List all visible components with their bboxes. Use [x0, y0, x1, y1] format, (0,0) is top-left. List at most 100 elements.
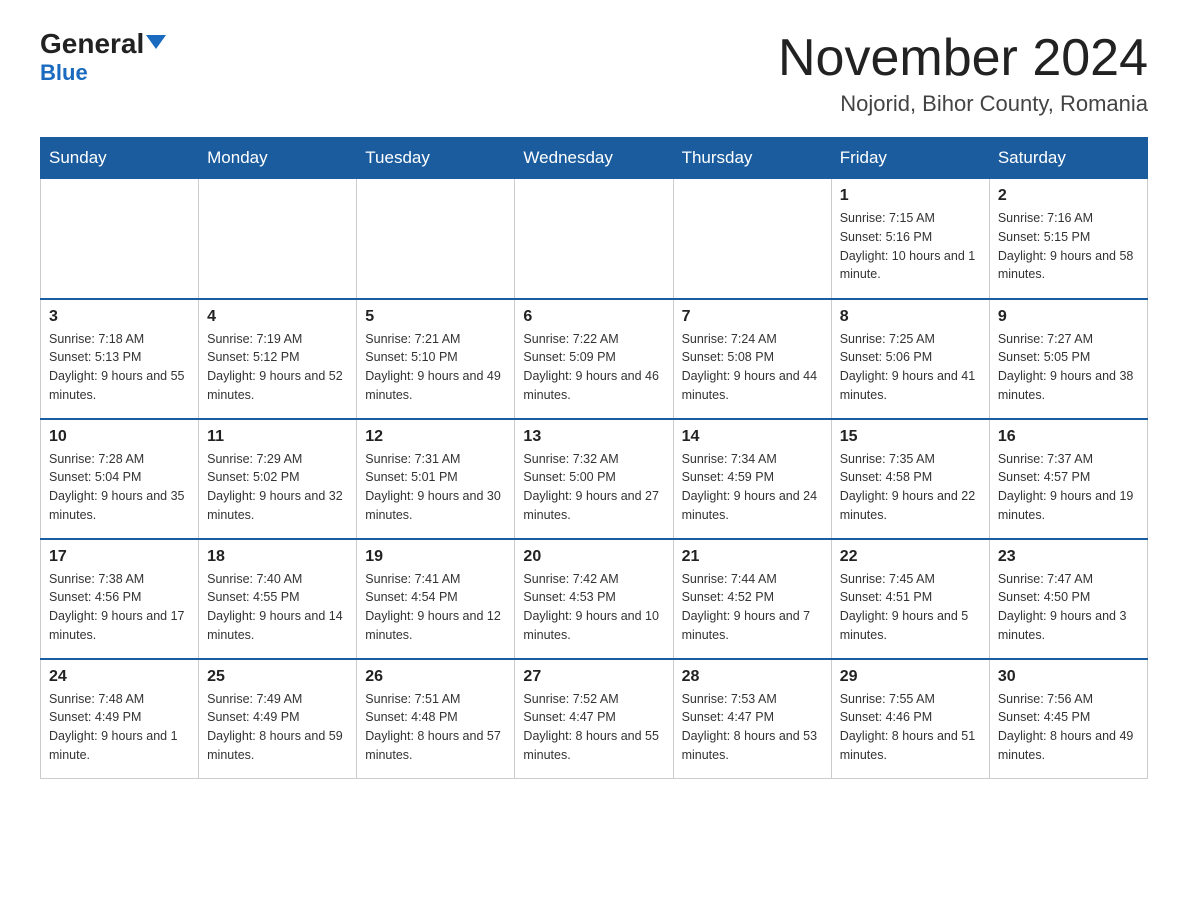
day-number: 18	[207, 548, 348, 566]
logo-blue: Blue	[40, 60, 166, 86]
day-info: Sunrise: 7:35 AM Sunset: 4:58 PM Dayligh…	[840, 450, 981, 525]
header: General Blue November 2024 Nojorid, Biho…	[40, 30, 1148, 117]
title-area: November 2024 Nojorid, Bihor County, Rom…	[778, 30, 1148, 117]
day-number: 5	[365, 308, 506, 326]
day-info: Sunrise: 7:55 AM Sunset: 4:46 PM Dayligh…	[840, 690, 981, 765]
day-number: 30	[998, 668, 1139, 686]
day-cell-w1-d2	[199, 179, 357, 299]
week-row-2: 3 Sunrise: 7:18 AM Sunset: 5:13 PM Daylig…	[41, 299, 1148, 419]
day-cell-w4-d3: 19Sunrise: 7:41 AM Sunset: 4:54 PM Dayli…	[357, 539, 515, 659]
day-info: Sunrise: 7:53 AM Sunset: 4:47 PM Dayligh…	[682, 690, 823, 765]
day-info: Sunrise: 7:34 AM Sunset: 4:59 PM Dayligh…	[682, 450, 823, 525]
day-info: Sunrise: 7:25 AM Sunset: 5:06 PM Dayligh…	[840, 330, 981, 405]
day-number: 25	[207, 668, 348, 686]
header-sunday: Sunday	[41, 138, 199, 179]
day-cell-w3-d6: 15 Sunrise: 7:35 AM Sunset: 4:58 PM Dayli…	[831, 419, 989, 539]
day-info: Sunrise: 7:45 AM Sunset: 4:51 PM Dayligh…	[840, 570, 981, 645]
day-cell-w2-d1: 3 Sunrise: 7:18 AM Sunset: 5:13 PM Daylig…	[41, 299, 199, 419]
day-cell-w3-d3: 12 Sunrise: 7:31 AM Sunset: 5:01 PM Dayli…	[357, 419, 515, 539]
day-info: Sunrise: 7:29 AM Sunset: 5:02 PM Dayligh…	[207, 450, 348, 525]
day-info: Sunrise: 7:21 AM Sunset: 5:10 PM Dayligh…	[365, 330, 506, 405]
day-info: Sunrise: 7:51 AM Sunset: 4:48 PM Dayligh…	[365, 690, 506, 765]
header-wednesday: Wednesday	[515, 138, 673, 179]
day-cell-w3-d1: 10Sunrise: 7:28 AM Sunset: 5:04 PM Dayli…	[41, 419, 199, 539]
day-info: Sunrise: 7:31 AM Sunset: 5:01 PM Dayligh…	[365, 450, 506, 525]
day-cell-w1-d6: 1Sunrise: 7:15 AM Sunset: 5:16 PM Daylig…	[831, 179, 989, 299]
calendar-table: Sunday Monday Tuesday Wednesday Thursday…	[40, 137, 1148, 779]
day-cell-w4-d6: 22 Sunrise: 7:45 AM Sunset: 4:51 PM Dayli…	[831, 539, 989, 659]
logo-general: General	[40, 28, 166, 59]
day-cell-w1-d4	[515, 179, 673, 299]
day-number: 8	[840, 308, 981, 326]
day-info: Sunrise: 7:49 AM Sunset: 4:49 PM Dayligh…	[207, 690, 348, 765]
day-cell-w3-d5: 14 Sunrise: 7:34 AM Sunset: 4:59 PM Dayli…	[673, 419, 831, 539]
week-row-1: 1Sunrise: 7:15 AM Sunset: 5:16 PM Daylig…	[41, 179, 1148, 299]
month-title: November 2024	[778, 30, 1148, 87]
day-info: Sunrise: 7:38 AM Sunset: 4:56 PM Dayligh…	[49, 570, 190, 645]
day-info: Sunrise: 7:37 AM Sunset: 4:57 PM Dayligh…	[998, 450, 1139, 525]
day-cell-w2-d3: 5 Sunrise: 7:21 AM Sunset: 5:10 PM Daylig…	[357, 299, 515, 419]
day-cell-w3-d4: 13 Sunrise: 7:32 AM Sunset: 5:00 PM Dayli…	[515, 419, 673, 539]
weekday-header-row: Sunday Monday Tuesday Wednesday Thursday…	[41, 138, 1148, 179]
day-number: 19	[365, 548, 506, 566]
day-number: 16	[998, 428, 1139, 446]
day-number: 9	[998, 308, 1139, 326]
day-info: Sunrise: 7:24 AM Sunset: 5:08 PM Dayligh…	[682, 330, 823, 405]
day-number: 21	[682, 548, 823, 566]
day-cell-w4-d2: 18 Sunrise: 7:40 AM Sunset: 4:55 PM Dayli…	[199, 539, 357, 659]
day-number: 27	[523, 668, 664, 686]
day-cell-w2-d5: 7 Sunrise: 7:24 AM Sunset: 5:08 PM Daylig…	[673, 299, 831, 419]
day-info: Sunrise: 7:28 AM Sunset: 5:04 PM Dayligh…	[49, 450, 190, 525]
day-info: Sunrise: 7:56 AM Sunset: 4:45 PM Dayligh…	[998, 690, 1139, 765]
header-saturday: Saturday	[989, 138, 1147, 179]
day-cell-w2-d7: 9Sunrise: 7:27 AM Sunset: 5:05 PM Daylig…	[989, 299, 1147, 419]
day-info: Sunrise: 7:48 AM Sunset: 4:49 PM Dayligh…	[49, 690, 190, 765]
day-cell-w5-d4: 27 Sunrise: 7:52 AM Sunset: 4:47 PM Dayli…	[515, 659, 673, 779]
day-number: 11	[207, 428, 348, 446]
day-info: Sunrise: 7:18 AM Sunset: 5:13 PM Dayligh…	[49, 330, 190, 405]
day-info: Sunrise: 7:40 AM Sunset: 4:55 PM Dayligh…	[207, 570, 348, 645]
day-cell-w5-d2: 25 Sunrise: 7:49 AM Sunset: 4:49 PM Dayli…	[199, 659, 357, 779]
day-number: 6	[523, 308, 664, 326]
day-number: 4	[207, 308, 348, 326]
week-row-5: 24 Sunrise: 7:48 AM Sunset: 4:49 PM Dayli…	[41, 659, 1148, 779]
day-cell-w2-d6: 8 Sunrise: 7:25 AM Sunset: 5:06 PM Daylig…	[831, 299, 989, 419]
day-cell-w1-d1	[41, 179, 199, 299]
logo-main: General	[40, 30, 166, 58]
day-cell-w4-d7: 23 Sunrise: 7:47 AM Sunset: 4:50 PM Dayli…	[989, 539, 1147, 659]
day-number: 15	[840, 428, 981, 446]
header-thursday: Thursday	[673, 138, 831, 179]
day-cell-w5-d7: 30 Sunrise: 7:56 AM Sunset: 4:45 PM Dayli…	[989, 659, 1147, 779]
day-number: 14	[682, 428, 823, 446]
day-number: 1	[840, 187, 981, 205]
day-number: 13	[523, 428, 664, 446]
header-friday: Friday	[831, 138, 989, 179]
day-number: 29	[840, 668, 981, 686]
logo-triangle-icon	[146, 35, 166, 49]
day-cell-w3-d2: 11 Sunrise: 7:29 AM Sunset: 5:02 PM Dayli…	[199, 419, 357, 539]
day-info: Sunrise: 7:52 AM Sunset: 4:47 PM Dayligh…	[523, 690, 664, 765]
day-number: 24	[49, 668, 190, 686]
day-info: Sunrise: 7:42 AM Sunset: 4:53 PM Dayligh…	[523, 570, 664, 645]
day-number: 12	[365, 428, 506, 446]
day-number: 23	[998, 548, 1139, 566]
day-cell-w4-d4: 20Sunrise: 7:42 AM Sunset: 4:53 PM Dayli…	[515, 539, 673, 659]
day-cell-w5-d6: 29 Sunrise: 7:55 AM Sunset: 4:46 PM Dayli…	[831, 659, 989, 779]
day-number: 2	[998, 187, 1139, 205]
day-cell-w5-d3: 26 Sunrise: 7:51 AM Sunset: 4:48 PM Dayli…	[357, 659, 515, 779]
day-info: Sunrise: 7:32 AM Sunset: 5:00 PM Dayligh…	[523, 450, 664, 525]
day-number: 22	[840, 548, 981, 566]
day-cell-w1-d3	[357, 179, 515, 299]
day-info: Sunrise: 7:44 AM Sunset: 4:52 PM Dayligh…	[682, 570, 823, 645]
day-number: 3	[49, 308, 190, 326]
logo: General Blue	[40, 30, 166, 86]
day-info: Sunrise: 7:22 AM Sunset: 5:09 PM Dayligh…	[523, 330, 664, 405]
day-number: 26	[365, 668, 506, 686]
day-cell-w2-d4: 6 Sunrise: 7:22 AM Sunset: 5:09 PM Daylig…	[515, 299, 673, 419]
day-number: 28	[682, 668, 823, 686]
location: Nojorid, Bihor County, Romania	[778, 91, 1148, 117]
day-cell-w2-d2: 4Sunrise: 7:19 AM Sunset: 5:12 PM Daylig…	[199, 299, 357, 419]
day-number: 7	[682, 308, 823, 326]
day-info: Sunrise: 7:47 AM Sunset: 4:50 PM Dayligh…	[998, 570, 1139, 645]
day-cell-w5-d5: 28 Sunrise: 7:53 AM Sunset: 4:47 PM Dayli…	[673, 659, 831, 779]
